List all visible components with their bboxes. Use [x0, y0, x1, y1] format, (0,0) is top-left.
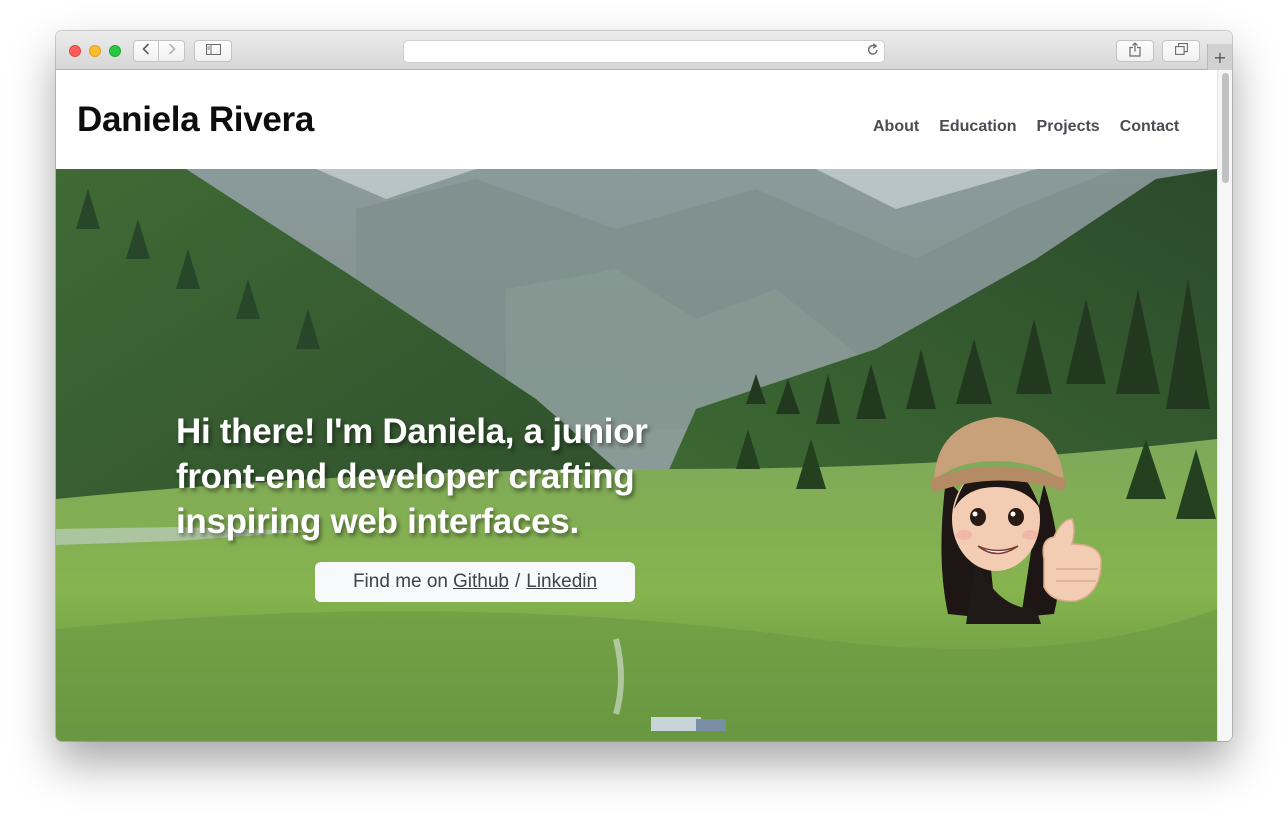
linkedin-link[interactable]: Linkedin [526, 571, 597, 593]
address-bar[interactable] [403, 40, 885, 63]
zoom-window-button[interactable] [109, 45, 121, 57]
show-tabs-button[interactable] [1162, 40, 1200, 62]
plus-icon: + [1213, 47, 1227, 67]
nav-link-about[interactable]: About [873, 118, 919, 136]
hero-section: Hi there! I'm Daniela, a junior front-en… [56, 169, 1217, 741]
reload-icon[interactable] [867, 43, 879, 60]
chevron-right-icon [168, 43, 176, 59]
new-tab-button[interactable]: + [1207, 44, 1232, 70]
page-viewport: Daniela Rivera About Education Projects … [56, 70, 1232, 741]
site-header: Daniela Rivera About Education Projects … [56, 70, 1217, 169]
sidebar-icon [205, 43, 221, 59]
memoji-avatar-image [931, 417, 1102, 624]
hero-headline: Hi there! I'm Daniela, a junior front-en… [176, 412, 648, 541]
site-title[interactable]: Daniela Rivera [77, 100, 314, 140]
minimize-window-button[interactable] [89, 45, 101, 57]
forward-button[interactable] [159, 40, 185, 62]
page-scrollbar[interactable] [1217, 70, 1232, 741]
nav-link-contact[interactable]: Contact [1120, 118, 1180, 136]
scrollbar-thumb[interactable] [1222, 73, 1229, 183]
chevron-left-icon [142, 43, 150, 59]
sidebar-toggle-button[interactable] [194, 40, 232, 62]
share-button[interactable] [1116, 40, 1154, 62]
github-link[interactable]: Github [453, 571, 509, 593]
find-me-label: Find me on [352, 571, 448, 592]
browser-toolbar: + [56, 31, 1232, 70]
share-icon [1129, 41, 1141, 61]
browser-window: + Daniela Rivera About Education Project… [56, 31, 1232, 741]
social-links-box: Find me on Github / Linkedin [315, 562, 635, 602]
main-nav: About Education Projects Contact [873, 118, 1199, 136]
nav-link-projects[interactable]: Projects [1037, 118, 1100, 136]
link-separator: / [514, 571, 521, 592]
back-button[interactable] [133, 40, 159, 62]
nav-link-education[interactable]: Education [939, 118, 1016, 136]
close-window-button[interactable] [69, 45, 81, 57]
tabs-overview-icon [1174, 43, 1188, 59]
